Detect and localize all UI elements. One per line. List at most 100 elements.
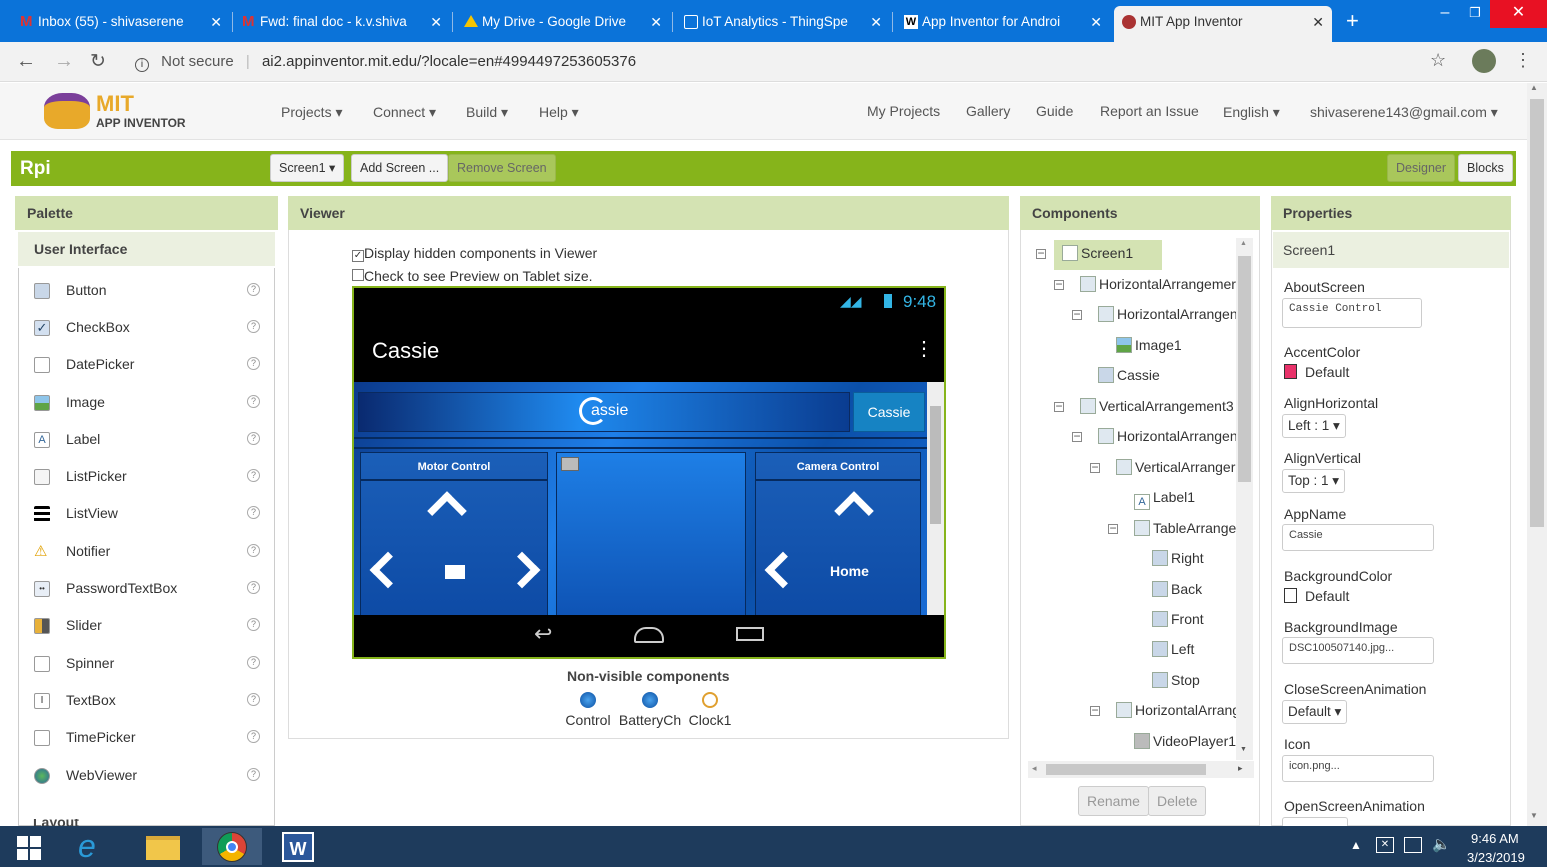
tree-item-horizontalarrangement-4[interactable]: HorizontalArrang: [1116, 702, 1240, 718]
palette-item-notifier[interactable]: ⚠ Notifier?: [18, 534, 274, 570]
appinventor-logo[interactable]: MIT APP INVENTOR: [44, 89, 194, 135]
close-tab-icon[interactable]: ✕: [210, 6, 222, 38]
volume-icon[interactable]: 🔈: [1432, 835, 1451, 853]
recents-nav-icon[interactable]: [736, 627, 764, 641]
left-arrow-button[interactable]: [369, 551, 407, 589]
palette-item-timepicker[interactable]: TimePicker?: [18, 720, 274, 756]
rename-button[interactable]: Rename: [1078, 786, 1149, 816]
remove-screen-button[interactable]: Remove Screen: [448, 154, 556, 182]
palette-item-slider[interactable]: Slider?: [18, 608, 274, 644]
close-window-icon[interactable]: ✕: [1490, 0, 1547, 28]
tree-item-screen1[interactable]: Screen1: [1062, 245, 1133, 261]
url-field[interactable]: i Not secure | ai2.appinventor.mit.edu/?…: [125, 48, 1505, 76]
nonvisible-clock1[interactable]: Clock1: [688, 692, 732, 728]
browser-tab-iot[interactable]: IoT Analytics - ThingSpe ✕: [676, 6, 890, 42]
delete-button[interactable]: Delete: [1148, 786, 1207, 816]
tablet-preview-checkbox[interactable]: Check to see Preview on Tablet size.: [352, 268, 593, 284]
help-icon[interactable]: ?: [247, 506, 260, 519]
help-icon[interactable]: ?: [247, 768, 260, 781]
camera-up-arrow-button[interactable]: [834, 491, 874, 531]
backgroundcolor-picker[interactable]: Default: [1284, 588, 1349, 604]
palette-item-button[interactable]: Button?: [18, 273, 274, 309]
collapse-icon[interactable]: −: [1090, 461, 1100, 473]
browser-tab-wiki[interactable]: W App Inventor for Androi ✕: [896, 6, 1110, 42]
new-tab-button[interactable]: +: [1346, 8, 1359, 34]
menu-projects[interactable]: Projects ▾: [281, 104, 343, 121]
palette-item-image[interactable]: Image?: [18, 385, 274, 421]
tree-item-left[interactable]: Left: [1152, 641, 1194, 657]
tree-item-label1[interactable]: A Label1: [1134, 489, 1195, 510]
openscreenanimation-select[interactable]: [1282, 817, 1348, 826]
network-icon[interactable]: [1404, 837, 1422, 853]
screen-select[interactable]: Screen1 ▾: [270, 154, 345, 182]
palette-item-label[interactable]: A Label?: [18, 422, 274, 458]
help-icon[interactable]: ?: [247, 693, 260, 706]
help-icon[interactable]: ?: [247, 618, 260, 631]
overflow-menu-icon[interactable]: ⋮: [914, 336, 934, 361]
forward-arrow-button[interactable]: [427, 491, 467, 531]
palette-item-checkbox[interactable]: ✓ CheckBox?: [18, 310, 274, 346]
forward-icon[interactable]: →: [54, 50, 74, 73]
palette-section-user-interface[interactable]: User Interface: [18, 232, 275, 266]
display-hidden-checkbox[interactable]: ✓ Display hidden components in Viewer: [352, 245, 597, 262]
stop-button[interactable]: [445, 565, 465, 579]
chrome-menu-icon[interactable]: ⋮: [1514, 50, 1532, 71]
alignvertical-select[interactable]: Top : 1 ▾: [1282, 469, 1346, 493]
components-vscrollbar[interactable]: ▲ ▼: [1236, 238, 1253, 760]
palette-item-textbox[interactable]: I TextBox?: [18, 683, 274, 719]
palette-item-datepicker[interactable]: DatePicker?: [18, 347, 274, 383]
help-icon[interactable]: ?: [247, 581, 260, 594]
tree-item-verticalarrangement3[interactable]: VerticalArrangement3: [1080, 398, 1234, 414]
menu-help[interactable]: Help ▾: [539, 104, 579, 121]
taskbar-date[interactable]: 3/23/2019: [1467, 850, 1525, 865]
accentcolor-picker[interactable]: Default: [1284, 364, 1349, 380]
show-hidden-icons[interactable]: ▲: [1350, 838, 1362, 852]
help-icon[interactable]: ?: [247, 469, 260, 482]
tree-item-stop[interactable]: Stop: [1152, 672, 1200, 688]
profile-avatar[interactable]: [1472, 49, 1496, 73]
collapse-icon[interactable]: −: [1036, 247, 1046, 259]
tree-item-horizontalarrangement[interactable]: HorizontalArrangemer: [1080, 276, 1236, 292]
collapse-icon[interactable]: −: [1072, 430, 1082, 442]
account-menu[interactable]: shivaserene143@gmail.com ▾: [1310, 104, 1498, 121]
browser-tab-drive[interactable]: My Drive - Google Drive ✕: [456, 6, 670, 42]
reload-icon[interactable]: ↻: [90, 50, 106, 73]
tree-item-videoplayer1[interactable]: VideoPlayer1: [1134, 733, 1236, 749]
help-icon[interactable]: ?: [247, 395, 260, 408]
windows-start-icon[interactable]: [0, 828, 60, 865]
help-icon[interactable]: ?: [247, 357, 260, 370]
nonvisible-control[interactable]: Control: [565, 692, 611, 728]
tree-item-horizontalarrangement-2[interactable]: HorizontalArrangen: [1098, 306, 1238, 322]
designer-button[interactable]: Designer: [1387, 154, 1456, 182]
collapse-icon[interactable]: −: [1054, 278, 1064, 290]
tree-item-front[interactable]: Front: [1152, 611, 1204, 627]
palette-item-spinner[interactable]: Spinner?: [18, 646, 274, 682]
bookmark-star-icon[interactable]: ☆: [1430, 50, 1446, 71]
menu-connect[interactable]: Connect ▾: [373, 104, 436, 121]
cassie-button[interactable]: Cassie: [853, 392, 925, 432]
add-screen-button[interactable]: Add Screen ...: [351, 154, 449, 182]
action-center-icon[interactable]: ✕: [1376, 837, 1394, 853]
blocks-button[interactable]: Blocks: [1458, 154, 1513, 182]
alignhorizontal-select[interactable]: Left : 1 ▾: [1282, 414, 1346, 438]
help-icon[interactable]: ?: [247, 656, 260, 669]
browser-tab-fwd[interactable]: M Fwd: final doc - k.v.shiva ✕: [234, 6, 450, 42]
back-icon[interactable]: ←: [16, 50, 36, 73]
collapse-icon[interactable]: −: [1072, 308, 1082, 320]
appname-input[interactable]: Cassie: [1282, 524, 1434, 551]
closescreenanimation-select[interactable]: Default ▾: [1282, 700, 1348, 724]
backgroundimage-picker[interactable]: DSC100507140.jpg...: [1282, 637, 1434, 664]
tree-item-tablearrangement[interactable]: TableArrange: [1134, 520, 1236, 536]
help-icon[interactable]: ?: [247, 283, 260, 296]
tree-item-verticalarrangement[interactable]: VerticalArranger: [1116, 459, 1235, 475]
components-hscrollbar[interactable]: ◂ ▸: [1028, 761, 1254, 778]
palette-item-passwordtextbox[interactable]: •• PasswordTextBox?: [18, 571, 274, 607]
aboutscreen-textarea[interactable]: Cassie Control: [1282, 298, 1422, 328]
tree-item-back[interactable]: Back: [1152, 581, 1202, 597]
close-tab-icon[interactable]: ✕: [1090, 6, 1102, 38]
tree-item-horizontalarrangement-3[interactable]: HorizontalArrangen: [1098, 428, 1238, 444]
nonvisible-batterych[interactable]: BatteryCh: [618, 692, 682, 728]
back-nav-icon[interactable]: ↩: [534, 621, 552, 647]
restore-icon[interactable]: ❐: [1455, 0, 1495, 28]
palette-item-webviewer[interactable]: WebViewer?: [18, 758, 274, 794]
